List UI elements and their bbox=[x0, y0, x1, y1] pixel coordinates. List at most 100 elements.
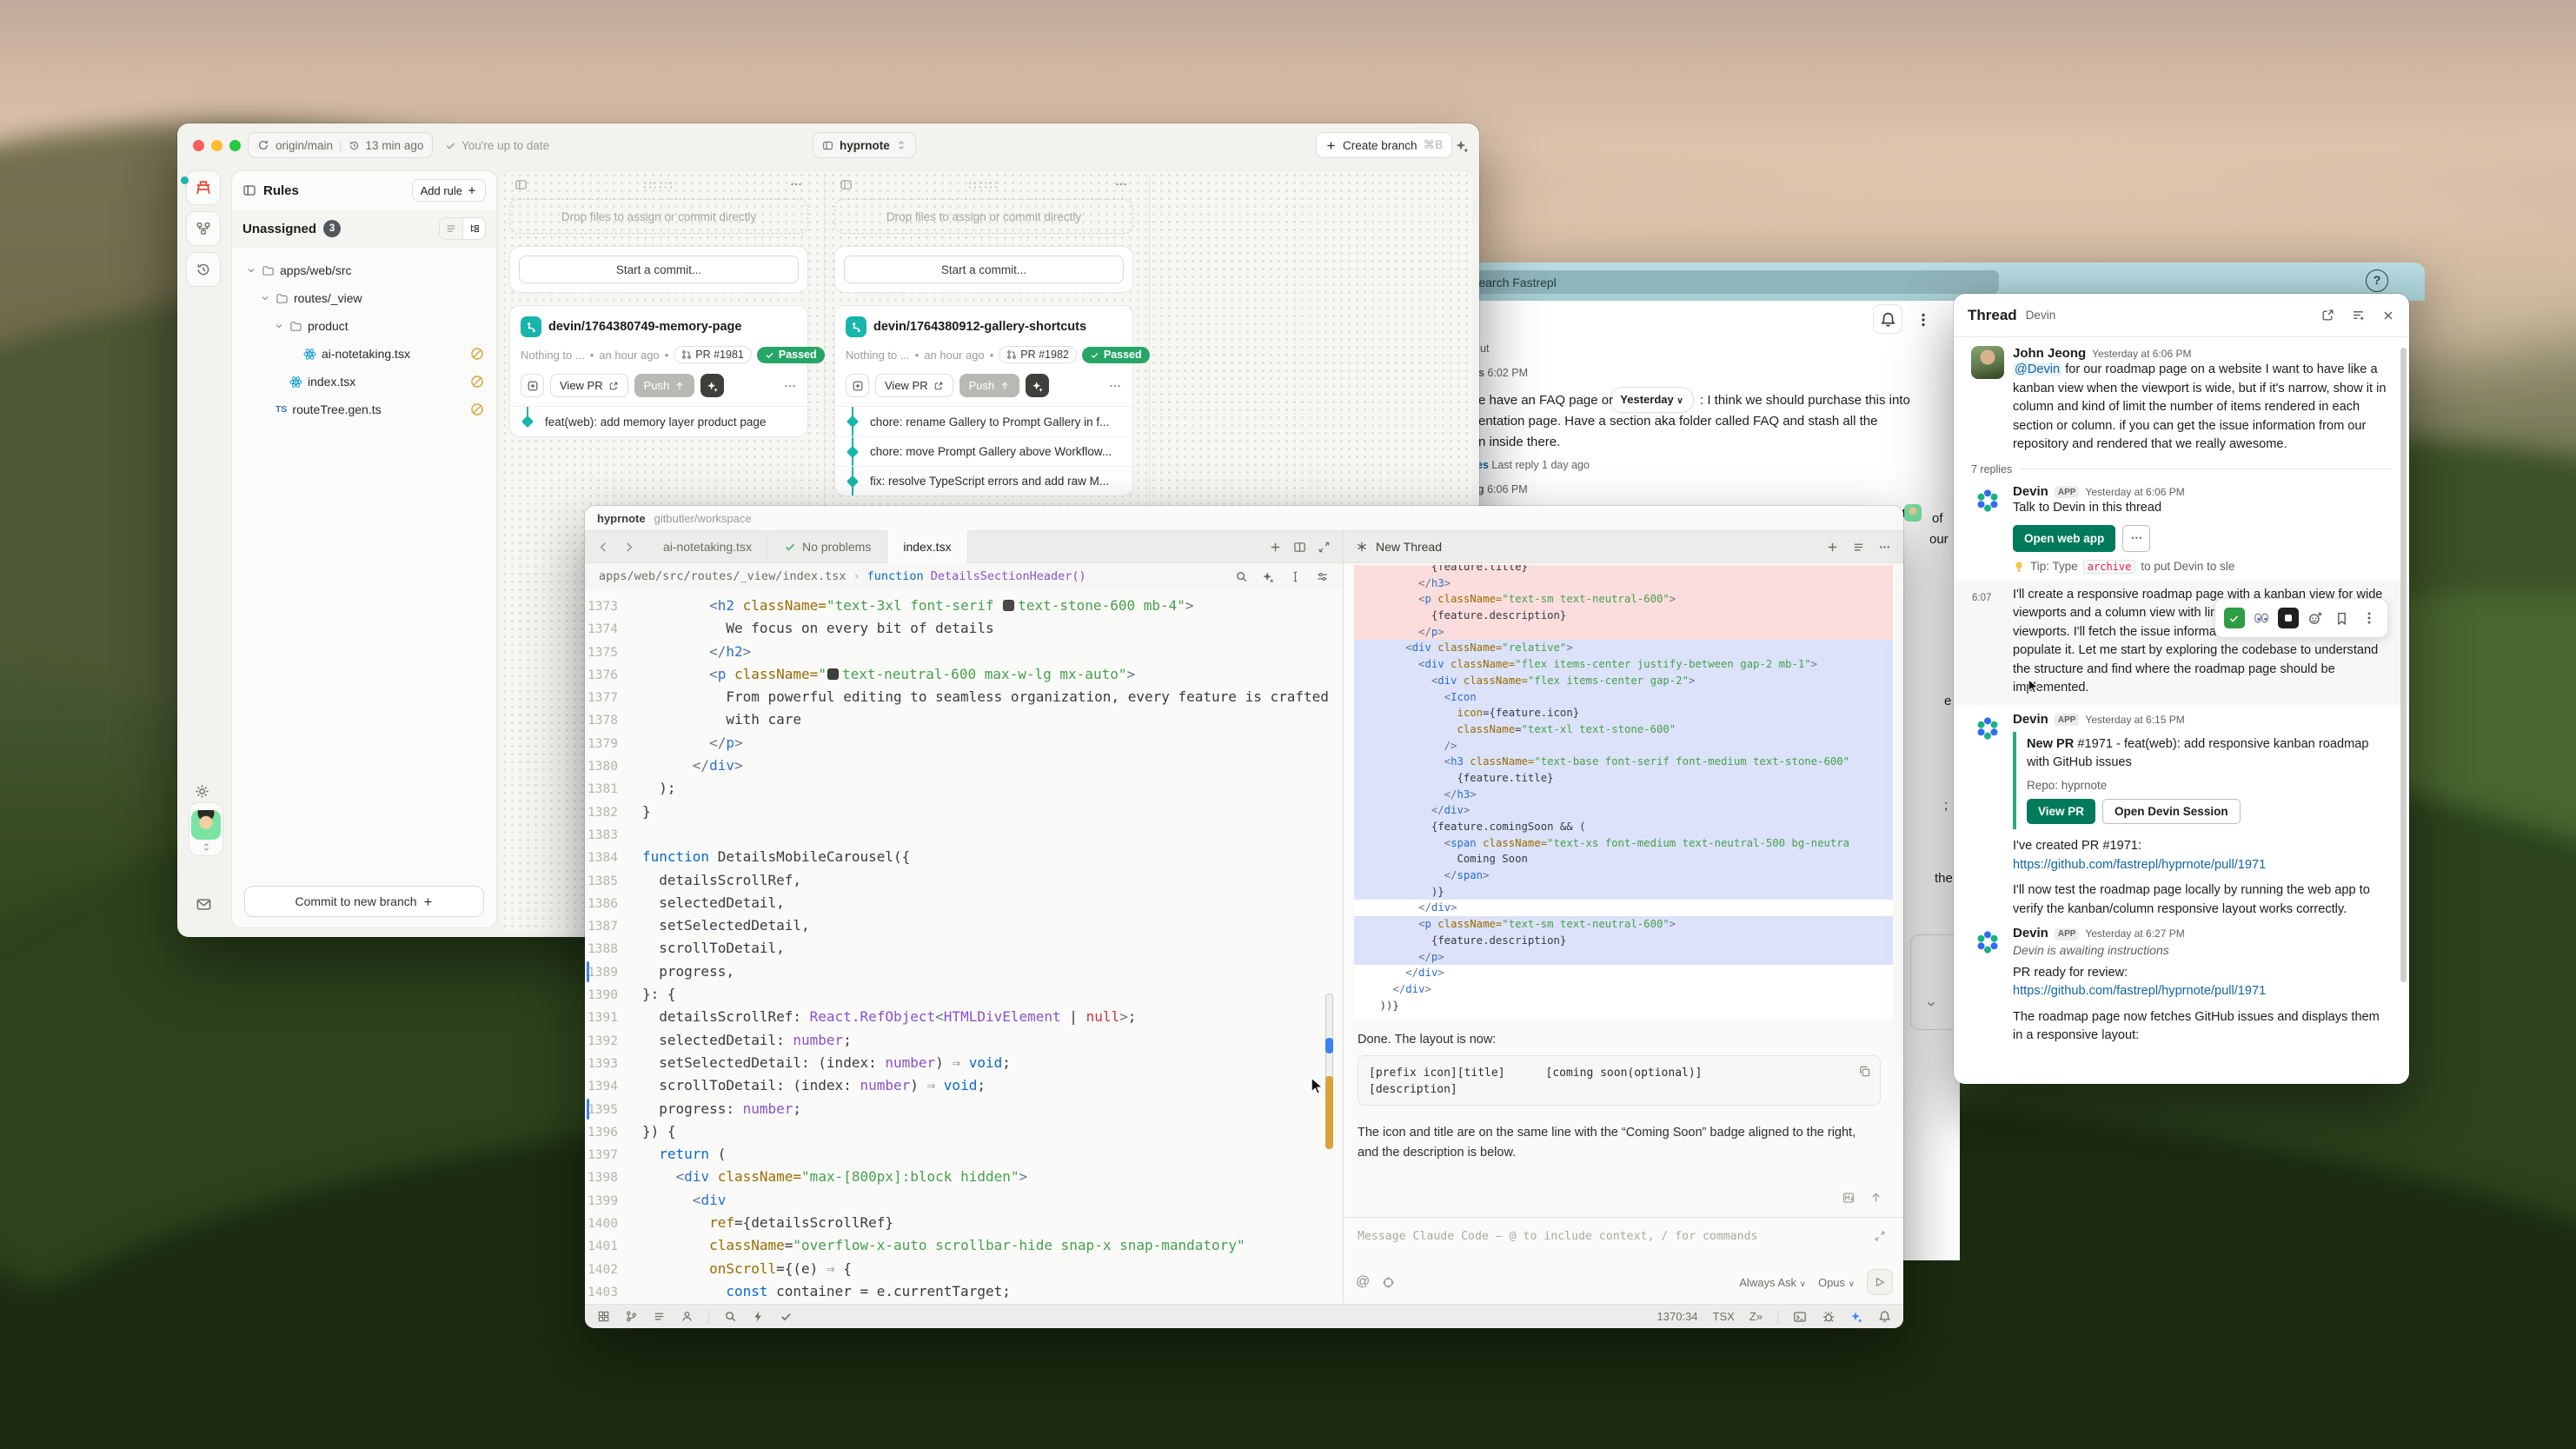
terminal-icon[interactable] bbox=[1793, 1310, 1807, 1324]
drop-zone[interactable]: Drop files to assign or commit directly bbox=[834, 199, 1133, 234]
slack-composer-fragment[interactable] bbox=[1910, 934, 1960, 1030]
tab-diagnostics[interactable]: No problems bbox=[768, 530, 887, 563]
nav-forward-icon[interactable] bbox=[622, 541, 635, 554]
debugger-icon[interactable] bbox=[1822, 1310, 1836, 1324]
project-panel-icon[interactable] bbox=[597, 1310, 610, 1323]
ai-assistant-icon[interactable] bbox=[1850, 1310, 1863, 1323]
split-pane-icon[interactable] bbox=[1293, 541, 1306, 554]
add-rule-button[interactable]: Add rule bbox=[412, 179, 486, 202]
tree-item-ai-notetaking-tsx[interactable]: ai-notetaking.tsx bbox=[237, 340, 491, 368]
chevron-down-icon[interactable] bbox=[274, 321, 284, 331]
chevron-down-icon[interactable] bbox=[246, 265, 256, 276]
add-reaction-icon[interactable] bbox=[2305, 608, 2326, 628]
tab-ai-notetaking[interactable]: ai-notetaking.tsx bbox=[647, 530, 768, 563]
tree-view-button[interactable] bbox=[462, 218, 485, 239]
agent-message-input[interactable] bbox=[1358, 1230, 1844, 1243]
branch-review-button[interactable] bbox=[846, 374, 869, 397]
close-icon[interactable] bbox=[2381, 309, 2395, 322]
scroll-top-icon[interactable] bbox=[1869, 1191, 1882, 1204]
inline-assist-icon[interactable] bbox=[1262, 570, 1275, 583]
branch-menu-icon[interactable] bbox=[783, 379, 797, 393]
message-more-icon[interactable] bbox=[2359, 608, 2380, 628]
thread-message[interactable]: DevinAPPYesterday at 6:27 PM Devin is aw… bbox=[1971, 926, 2392, 1046]
model-dropdown[interactable]: Opus ∨ bbox=[1818, 1276, 1855, 1289]
chevron-down-icon[interactable] bbox=[260, 293, 270, 303]
edit-prediction-icon[interactable] bbox=[1289, 570, 1302, 583]
follow-cursor-icon[interactable] bbox=[1382, 1276, 1395, 1289]
collapse-lane-icon[interactable] bbox=[840, 178, 853, 191]
lane-menu-icon[interactable] bbox=[1114, 177, 1128, 191]
commit-row[interactable]: chore: rename Gallery to Prompt Gallery … bbox=[835, 407, 1132, 436]
outline-panel-icon[interactable] bbox=[653, 1310, 666, 1323]
diagnostics-ok-icon[interactable] bbox=[780, 1310, 793, 1323]
open-in-window-icon[interactable] bbox=[2320, 308, 2335, 322]
editor-titlebar[interactable]: hyprnote gitbutler/workspace bbox=[585, 506, 1903, 530]
cursor-position[interactable]: 1370:34 bbox=[1657, 1310, 1698, 1323]
save-for-later-icon[interactable] bbox=[2332, 608, 2353, 628]
actions-zap-icon[interactable] bbox=[1455, 138, 1470, 153]
branch-ai-button[interactable] bbox=[700, 374, 724, 397]
pr-badge[interactable]: PR #1981 bbox=[674, 346, 752, 363]
breadcrumb[interactable]: apps/web/src/routes/_view/index.tsx › fu… bbox=[585, 563, 1343, 589]
devin-app-shortcut-icon[interactable] bbox=[2278, 608, 2299, 628]
commit-row[interactable]: fix: resolve TypeScript errors and add r… bbox=[835, 466, 1132, 495]
agent-message-editor[interactable]: @ Always Ask ∨ Opus ∨ bbox=[1344, 1217, 1903, 1304]
collab-panel-icon[interactable] bbox=[681, 1310, 694, 1323]
feedback-mail-button[interactable] bbox=[196, 896, 212, 913]
markdown-icon[interactable] bbox=[1842, 1191, 1856, 1205]
view-pr-button[interactable]: View PR bbox=[550, 374, 628, 397]
commit-row[interactable]: feat(web): add memory layer product page bbox=[510, 407, 807, 436]
date-divider-pill[interactable]: Yesterday ∨ bbox=[1610, 387, 1694, 413]
branch-card[interactable]: devin/1764380749-memory-pageNothing to .… bbox=[509, 305, 808, 406]
thread-scrollbar[interactable] bbox=[2400, 348, 2407, 982]
send-button[interactable] bbox=[1867, 1269, 1893, 1295]
push-button[interactable]: Push bbox=[959, 374, 1020, 397]
tree-item-routetree-gen-ts[interactable]: TSrouteTree.gen.ts bbox=[237, 395, 491, 423]
create-branch-button[interactable]: Create branch ⌘B bbox=[1316, 132, 1452, 158]
commit-to-new-branch-button[interactable]: Commit to new branch bbox=[244, 886, 484, 917]
tab-index-tsx[interactable]: index.tsx bbox=[887, 530, 967, 563]
permission-mode-dropdown[interactable]: Always Ask ∨ bbox=[1739, 1276, 1806, 1289]
notifications-icon[interactable] bbox=[1878, 1310, 1891, 1323]
tree-item-routes-view[interactable]: routes/_view bbox=[237, 284, 491, 312]
code-editor[interactable]: 1373 <h2 className="text-3xl font-serif … bbox=[585, 589, 1343, 1304]
editor-controls-icon[interactable] bbox=[1316, 570, 1329, 583]
view-pr-button[interactable]: View PR bbox=[875, 374, 953, 397]
thread-list-icon[interactable] bbox=[1852, 541, 1865, 554]
collapse-lane-icon[interactable] bbox=[515, 178, 528, 191]
reaction-eyes-icon[interactable] bbox=[2251, 608, 2272, 628]
search-icon[interactable] bbox=[1235, 570, 1248, 583]
search-icon[interactable] bbox=[724, 1310, 737, 1323]
lane-menu-icon[interactable] bbox=[789, 177, 803, 191]
branch-name[interactable]: devin/1764380912-gallery-shortcuts bbox=[873, 320, 1086, 334]
pr-link[interactable]: https://github.com/fastrepl/hyprnote/pul… bbox=[2013, 856, 2266, 875]
ci-status-badge[interactable]: Passed bbox=[757, 347, 825, 363]
help-icon[interactable]: ? bbox=[2366, 269, 2388, 292]
start-commit-button[interactable]: Start a commit... bbox=[519, 256, 799, 283]
thread-message[interactable]: John JeongYesterday at 6:06 PM @Devin fo… bbox=[1971, 346, 2392, 455]
slack-search-input[interactable] bbox=[1443, 270, 1999, 294]
push-button[interactable]: Push bbox=[634, 374, 695, 397]
quick-actions-icon[interactable] bbox=[752, 1310, 765, 1323]
tree-item-index-tsx[interactable]: index.tsx bbox=[237, 368, 491, 395]
git-panel-icon[interactable] bbox=[625, 1310, 638, 1323]
account-button[interactable] bbox=[189, 802, 223, 856]
expand-input-icon[interactable] bbox=[1874, 1230, 1886, 1242]
pr-badge[interactable]: PR #1982 bbox=[999, 346, 1077, 363]
copy-icon[interactable] bbox=[1858, 1063, 1871, 1080]
new-thread-icon[interactable] bbox=[1826, 541, 1839, 554]
commit-row[interactable]: chore: move Prompt Gallery above Workflo… bbox=[835, 436, 1132, 466]
new-tab-icon[interactable] bbox=[1269, 541, 1282, 554]
project-selector[interactable]: hyprnote bbox=[813, 132, 916, 158]
branch-review-button[interactable] bbox=[521, 374, 544, 397]
settings-button[interactable] bbox=[194, 783, 210, 800]
panel-more-icon[interactable] bbox=[1878, 541, 1891, 554]
start-commit-button[interactable]: Start a commit... bbox=[844, 256, 1124, 283]
branch-menu-icon[interactable] bbox=[1108, 379, 1122, 393]
branches-tab-button[interactable] bbox=[186, 211, 221, 246]
reaction-check-icon[interactable] bbox=[2224, 608, 2245, 628]
nav-back-icon[interactable] bbox=[597, 541, 610, 554]
branch-name[interactable]: devin/1764380749-memory-page bbox=[548, 320, 741, 334]
workspace-tab-button[interactable] bbox=[186, 170, 221, 205]
close-window-button[interactable] bbox=[193, 140, 204, 151]
